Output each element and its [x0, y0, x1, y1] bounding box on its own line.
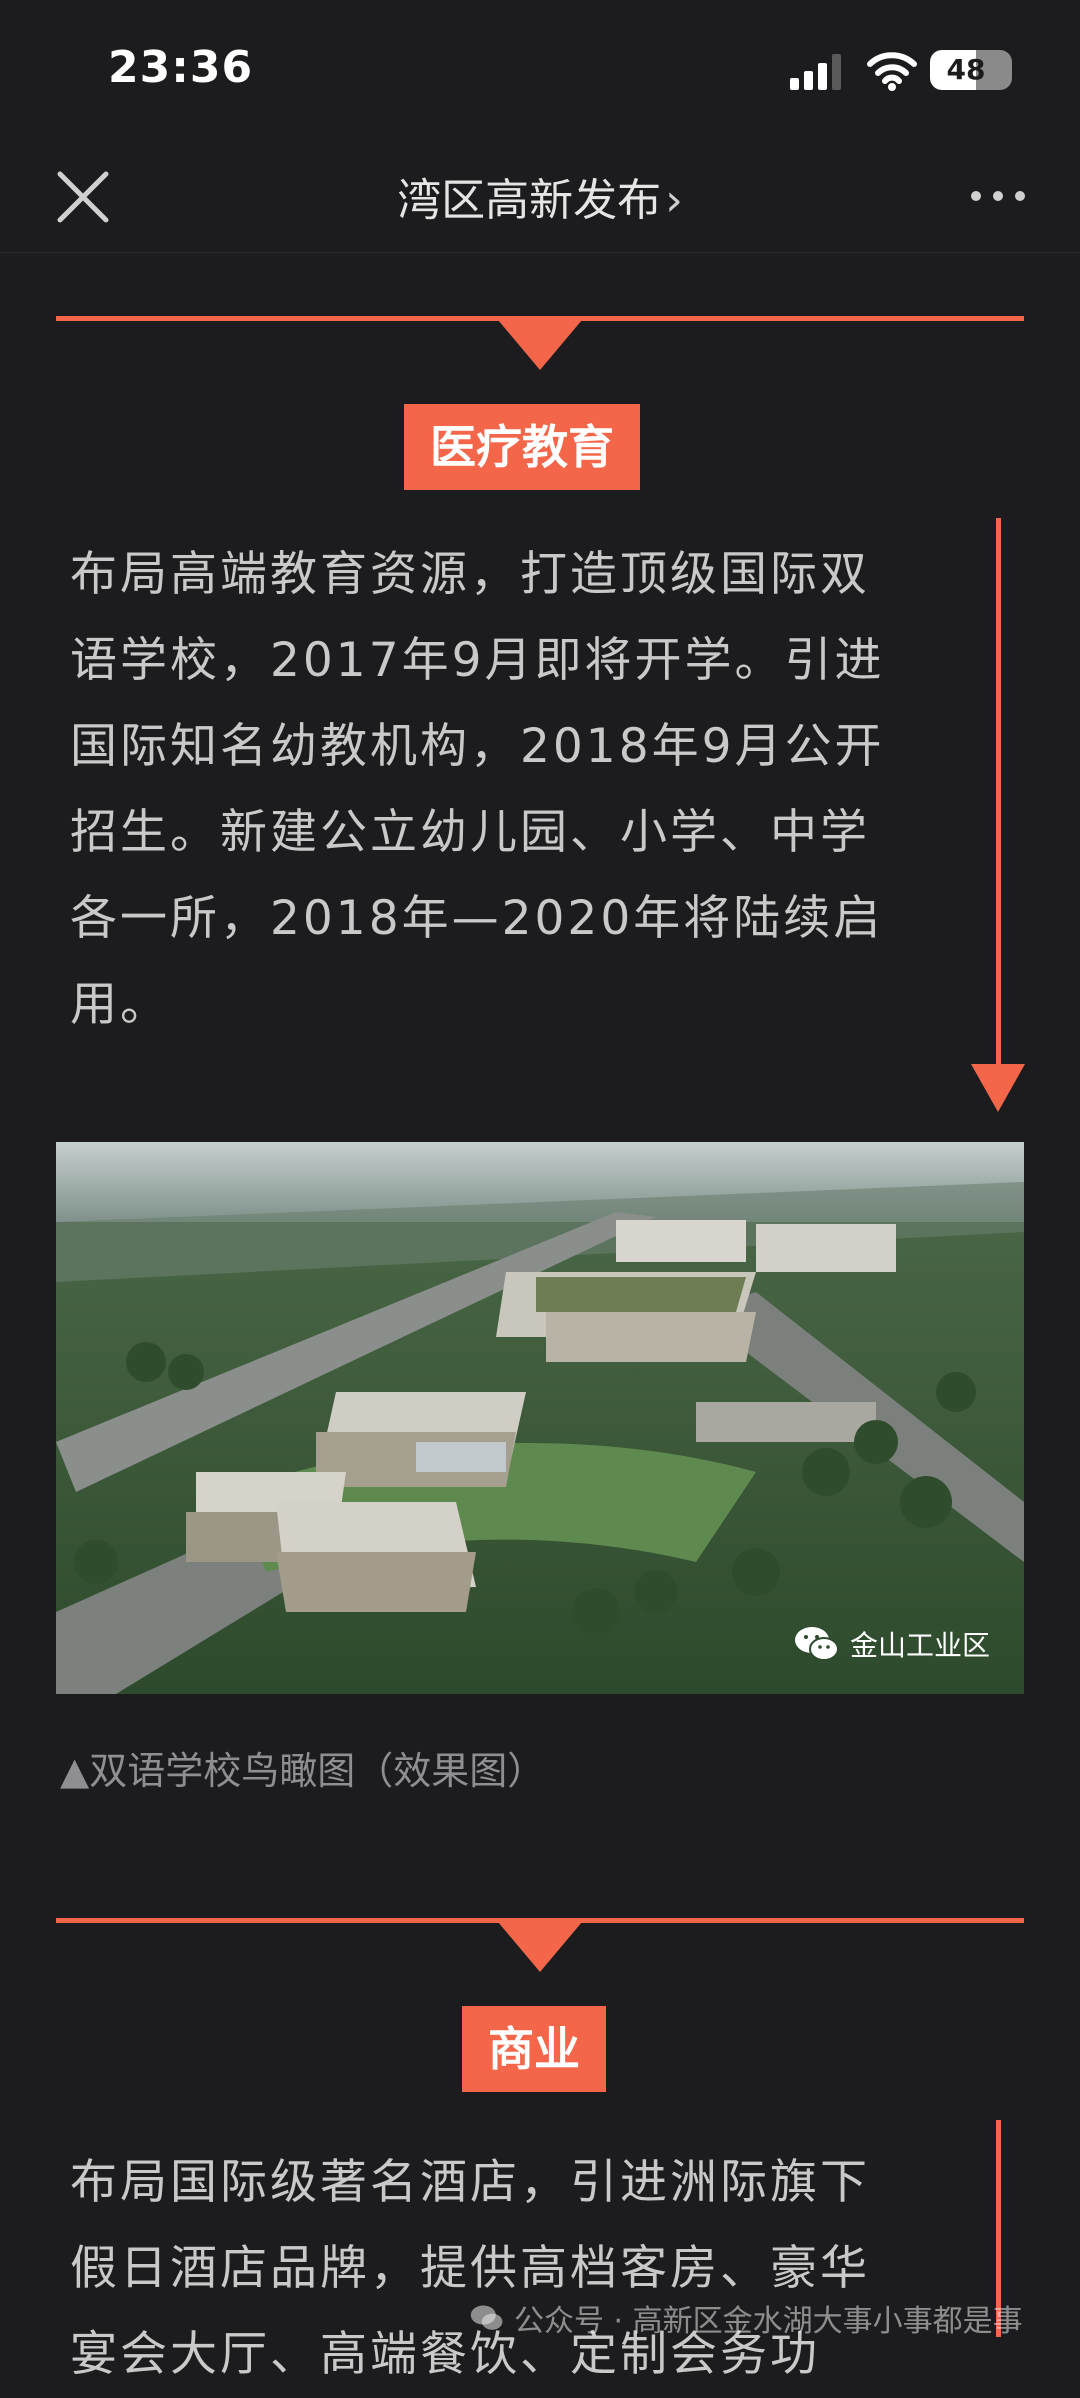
divider-triangle [498, 1922, 582, 1972]
nav-bar: 湾区高新发布› [0, 140, 1080, 253]
chevron-right-icon: › [665, 175, 683, 226]
wechat-icon [470, 2305, 503, 2330]
school-aerial-image[interactable]: 金山工业区 [56, 1142, 1024, 1694]
body-line: 招生。新建公立幼儿园、小学、中学 [70, 805, 870, 860]
divider-triangle [498, 320, 582, 370]
status-bar: 23:36 48 [0, 0, 1080, 140]
status-time: 23:36 [108, 42, 254, 93]
body-line: 语学校，2017年9月即将开学。引进 [70, 633, 885, 688]
wifi-icon [867, 52, 917, 91]
footer-watermark: 公众号 · 高新区金水湖大事小事都是事 [470, 2296, 1023, 2340]
account-title: 湾区高新发布 [397, 175, 662, 226]
section-body: 布局国际级著名酒店，引进洲际旗下 假日酒店品牌，提供高档客房、豪华 宴会大厅、高… [70, 2140, 986, 2398]
body-line: 各一所，2018年—2020年将陆续启 [70, 891, 884, 946]
section-tag: 医疗教育 [404, 404, 640, 490]
cellular-signal-icon [790, 54, 841, 90]
section-body: 布局高端教育资源，打造顶级国际双 语学校，2017年9月即将开学。引进 国际知名… [70, 532, 986, 1048]
arrow-down-icon [971, 1064, 1025, 1112]
body-line: 布局高端教育资源，打造顶级国际双 [70, 547, 870, 602]
account-title-link[interactable]: 湾区高新发布› [0, 164, 1080, 228]
body-line: 布局国际级著名酒店，引进洲际旗下 [70, 2155, 870, 2210]
image-watermark: 金山工业区 [794, 1624, 990, 1664]
image-caption: ▲双语学校鸟瞰图（效果图） [60, 1749, 546, 1793]
wechat-icon [794, 1627, 839, 1661]
body-line: 国际知名幼教机构，2018年9月公开 [70, 719, 885, 774]
arrow-line [996, 518, 1001, 1078]
section-tag: 商业 [462, 2006, 606, 2092]
battery-icon: 48 [930, 50, 1012, 92]
footer-watermark-text: 公众号 · 高新区金水湖大事小事都是事 [514, 2304, 1023, 2339]
watermark-text: 金山工业区 [849, 1629, 990, 1662]
more-icon[interactable] [968, 184, 1028, 208]
battery-level: 48 [946, 53, 986, 86]
body-line: 用。 [70, 977, 170, 1032]
